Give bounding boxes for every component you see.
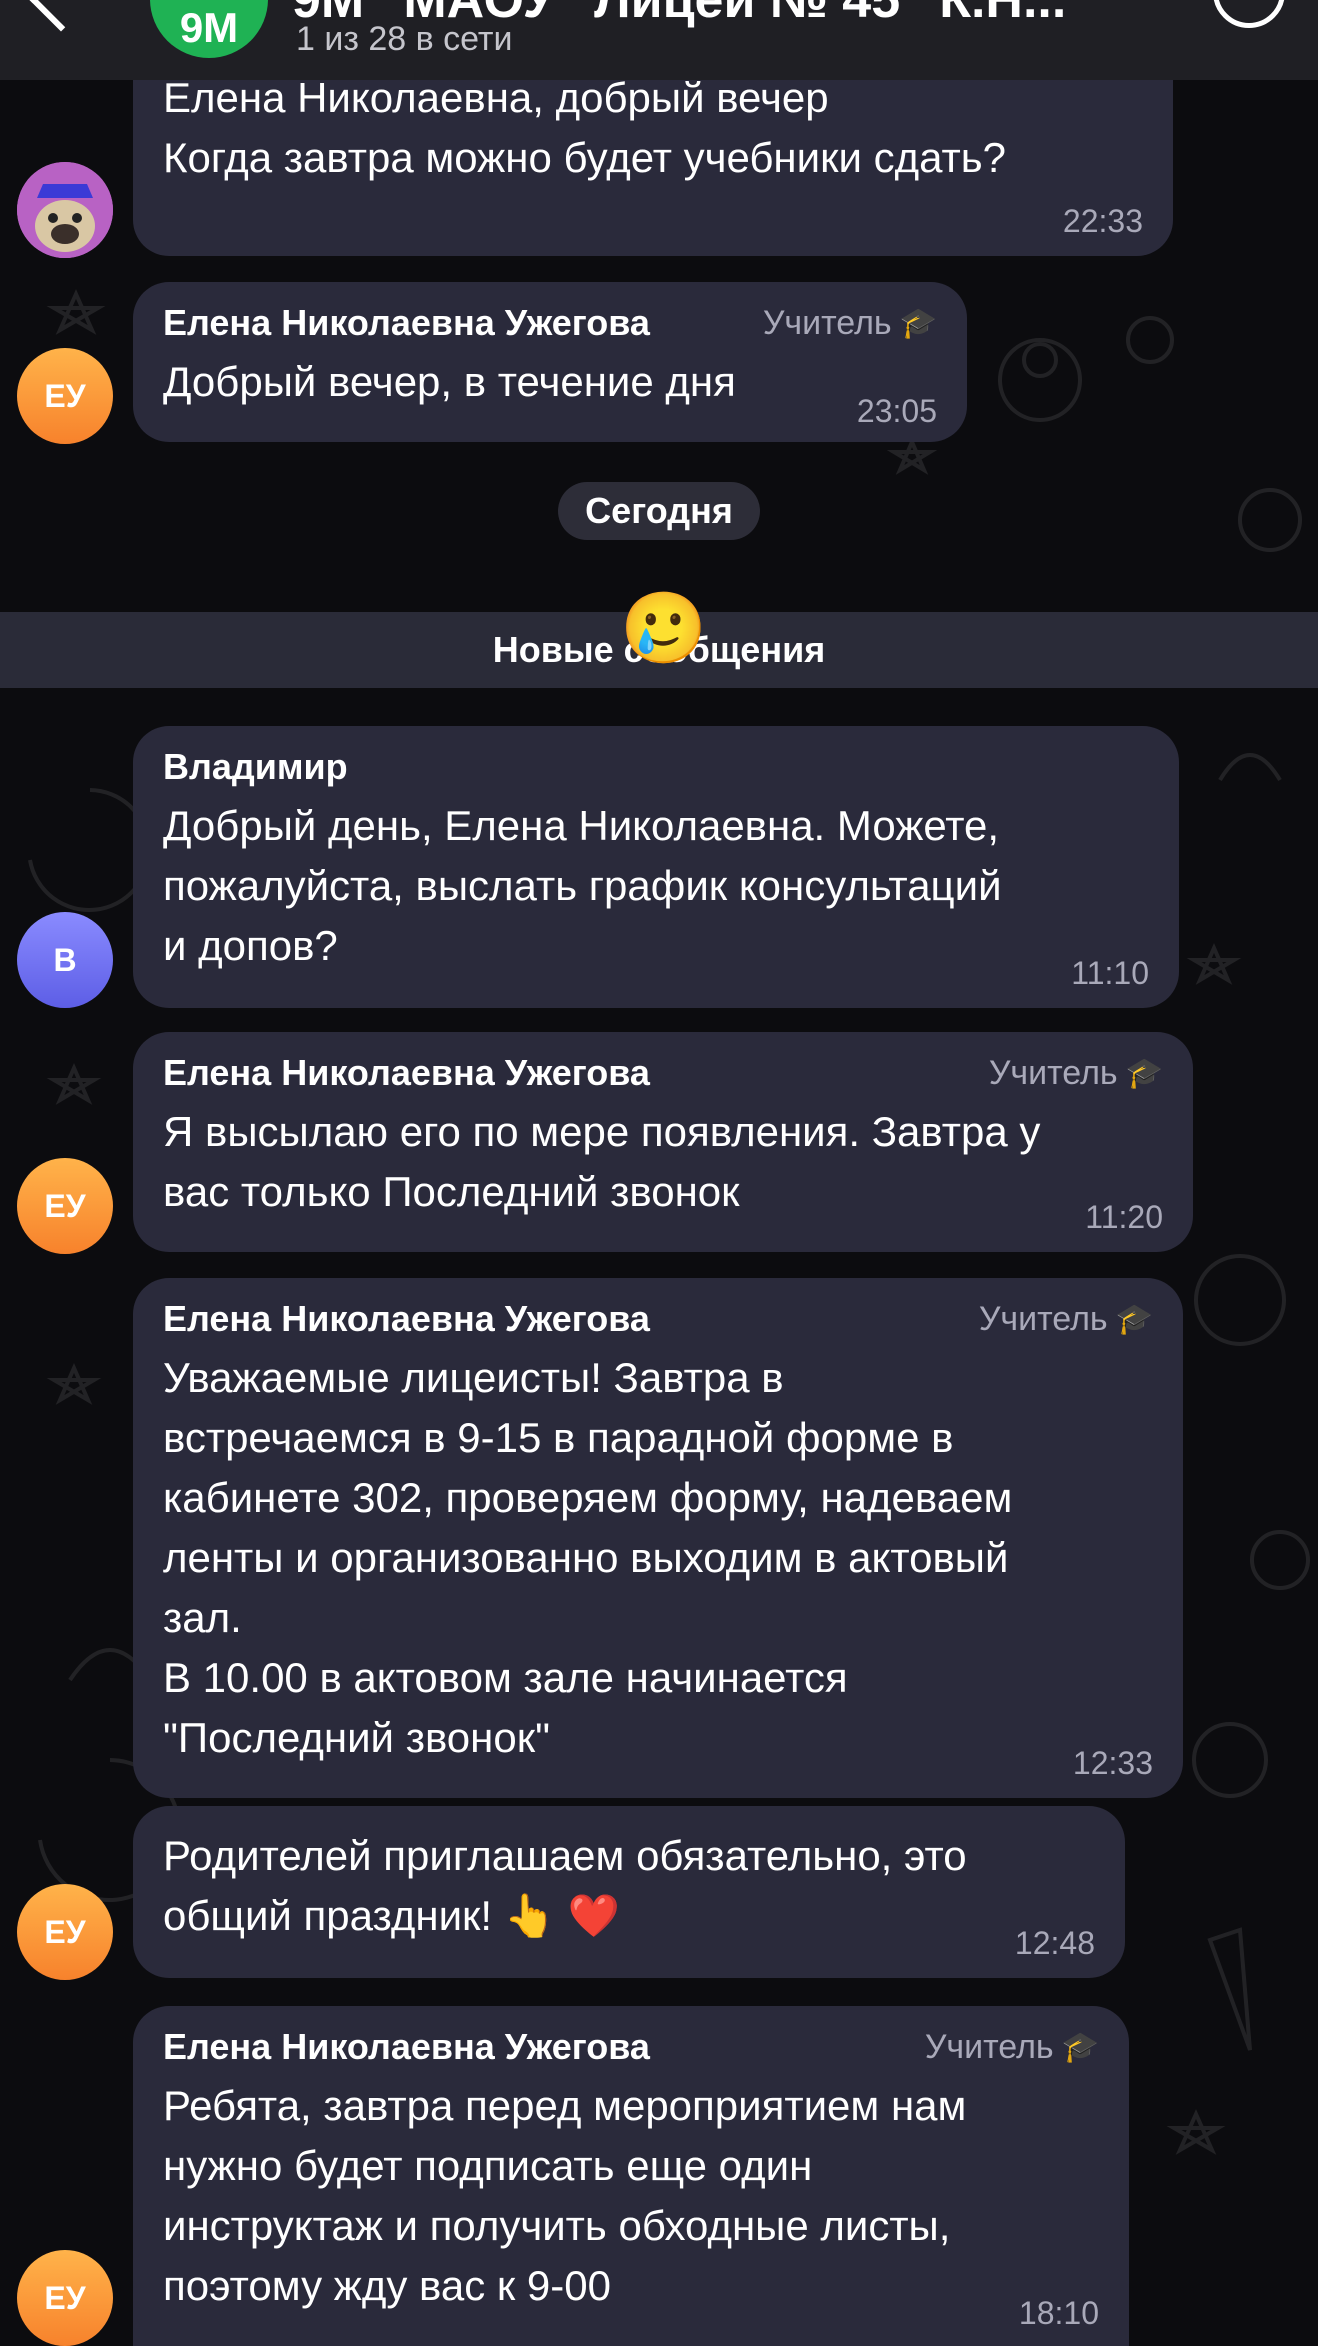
more-menu-icon[interactable]: •••: [1213, 0, 1285, 28]
message-text: Я высылаю его по мере появления. Завтра …: [163, 1108, 1041, 1215]
message-time: 12:33: [1072, 1745, 1153, 1781]
role-badge: Учитель 🎓: [989, 1054, 1163, 1093]
sender-name[interactable]: Елена Николаевна Ужегова: [163, 302, 650, 344]
avatar[interactable]: В: [17, 912, 113, 1008]
online-status: 1 из 28 в сети: [296, 20, 513, 58]
message-text: Добрый день, Елена Николаевна. Можете, п…: [163, 802, 1002, 969]
avatar[interactable]: ЕУ: [17, 2250, 113, 2346]
avatar[interactable]: ЕУ: [17, 348, 113, 444]
smile-tear-emoji: 🥲: [620, 589, 708, 667]
graduation-cap-icon: 🎓: [1115, 1302, 1153, 1336]
role-badge: Учитель 🎓: [979, 1300, 1153, 1339]
message-bubble[interactable]: Елена Николаевна, добрый вечер Когда зав…: [133, 74, 1173, 256]
sender-name[interactable]: Елена Николаевна Ужегова: [163, 1298, 650, 1340]
message-bubble[interactable]: Елена Николаевна Ужегова Учитель 🎓 Ребят…: [133, 2006, 1129, 2346]
message-time: 23:05: [856, 393, 937, 429]
sender-name[interactable]: Елена Николаевна Ужегова: [163, 2026, 650, 2068]
message-time: 11:10: [1071, 955, 1149, 991]
avatar[interactable]: ЕУ: [17, 1884, 113, 1980]
message-time: 12:48: [1014, 1925, 1095, 1961]
chat-header: 9М 9М "МАОУ "Лицей № 45" К.Н... 1 из 28 …: [0, 0, 1318, 80]
role-label: Учитель: [924, 2027, 1054, 2066]
sender-name[interactable]: Елена Николаевна Ужегова: [163, 1052, 650, 1094]
message-text: Ребята, завтра перед мероприятием нам ну…: [163, 2082, 967, 2309]
message-time: 22:33: [1062, 203, 1143, 239]
graduation-cap-icon: 🎓: [1125, 1056, 1163, 1090]
pug-avatar-icon: [17, 162, 113, 258]
message-text: Уважаемые лицеисты! Завтра в встречаемся…: [163, 1354, 1013, 1761]
graduation-cap-icon: 🎓: [899, 306, 937, 340]
message-bubble[interactable]: Родителей приглашаем обязательно, это об…: [133, 1806, 1125, 1978]
avatar[interactable]: [17, 162, 113, 258]
sender-name[interactable]: Владимир: [163, 746, 348, 788]
back-arrow-icon[interactable]: [28, 0, 94, 32]
role-badge: Учитель 🎓: [763, 304, 937, 343]
role-label: Учитель: [978, 1299, 1108, 1338]
avatar[interactable]: ЕУ: [17, 1158, 113, 1254]
message-text: Добрый вечер, в течение дня: [163, 358, 736, 405]
message-bubble[interactable]: Елена Николаевна Ужегова Учитель 🎓 Уважа…: [133, 1278, 1183, 1798]
message-text: Елена Николаевна, добрый вечер Когда зав…: [163, 74, 1007, 181]
message-bubble[interactable]: Елена Николаевна Ужегова Учитель 🎓 Добры…: [133, 282, 967, 442]
message-text: Родителей приглашаем обязательно, это об…: [163, 1832, 967, 1939]
graduation-cap-icon: 🎓: [1061, 2030, 1099, 2064]
message-time: 11:20: [1085, 1199, 1163, 1235]
message-time: 18:10: [1018, 2295, 1099, 2331]
group-avatar[interactable]: 9М: [150, 0, 268, 58]
date-separator: Сегодня: [558, 482, 760, 540]
message-bubble[interactable]: Елена Николаевна Ужегова Учитель 🎓 Я выс…: [133, 1032, 1193, 1252]
role-label: Учитель: [762, 303, 892, 342]
role-badge: Учитель 🎓: [925, 2028, 1099, 2067]
role-label: Учитель: [988, 1053, 1118, 1092]
message-bubble[interactable]: Владимир Добрый день, Елена Николаевна. …: [133, 726, 1179, 1008]
